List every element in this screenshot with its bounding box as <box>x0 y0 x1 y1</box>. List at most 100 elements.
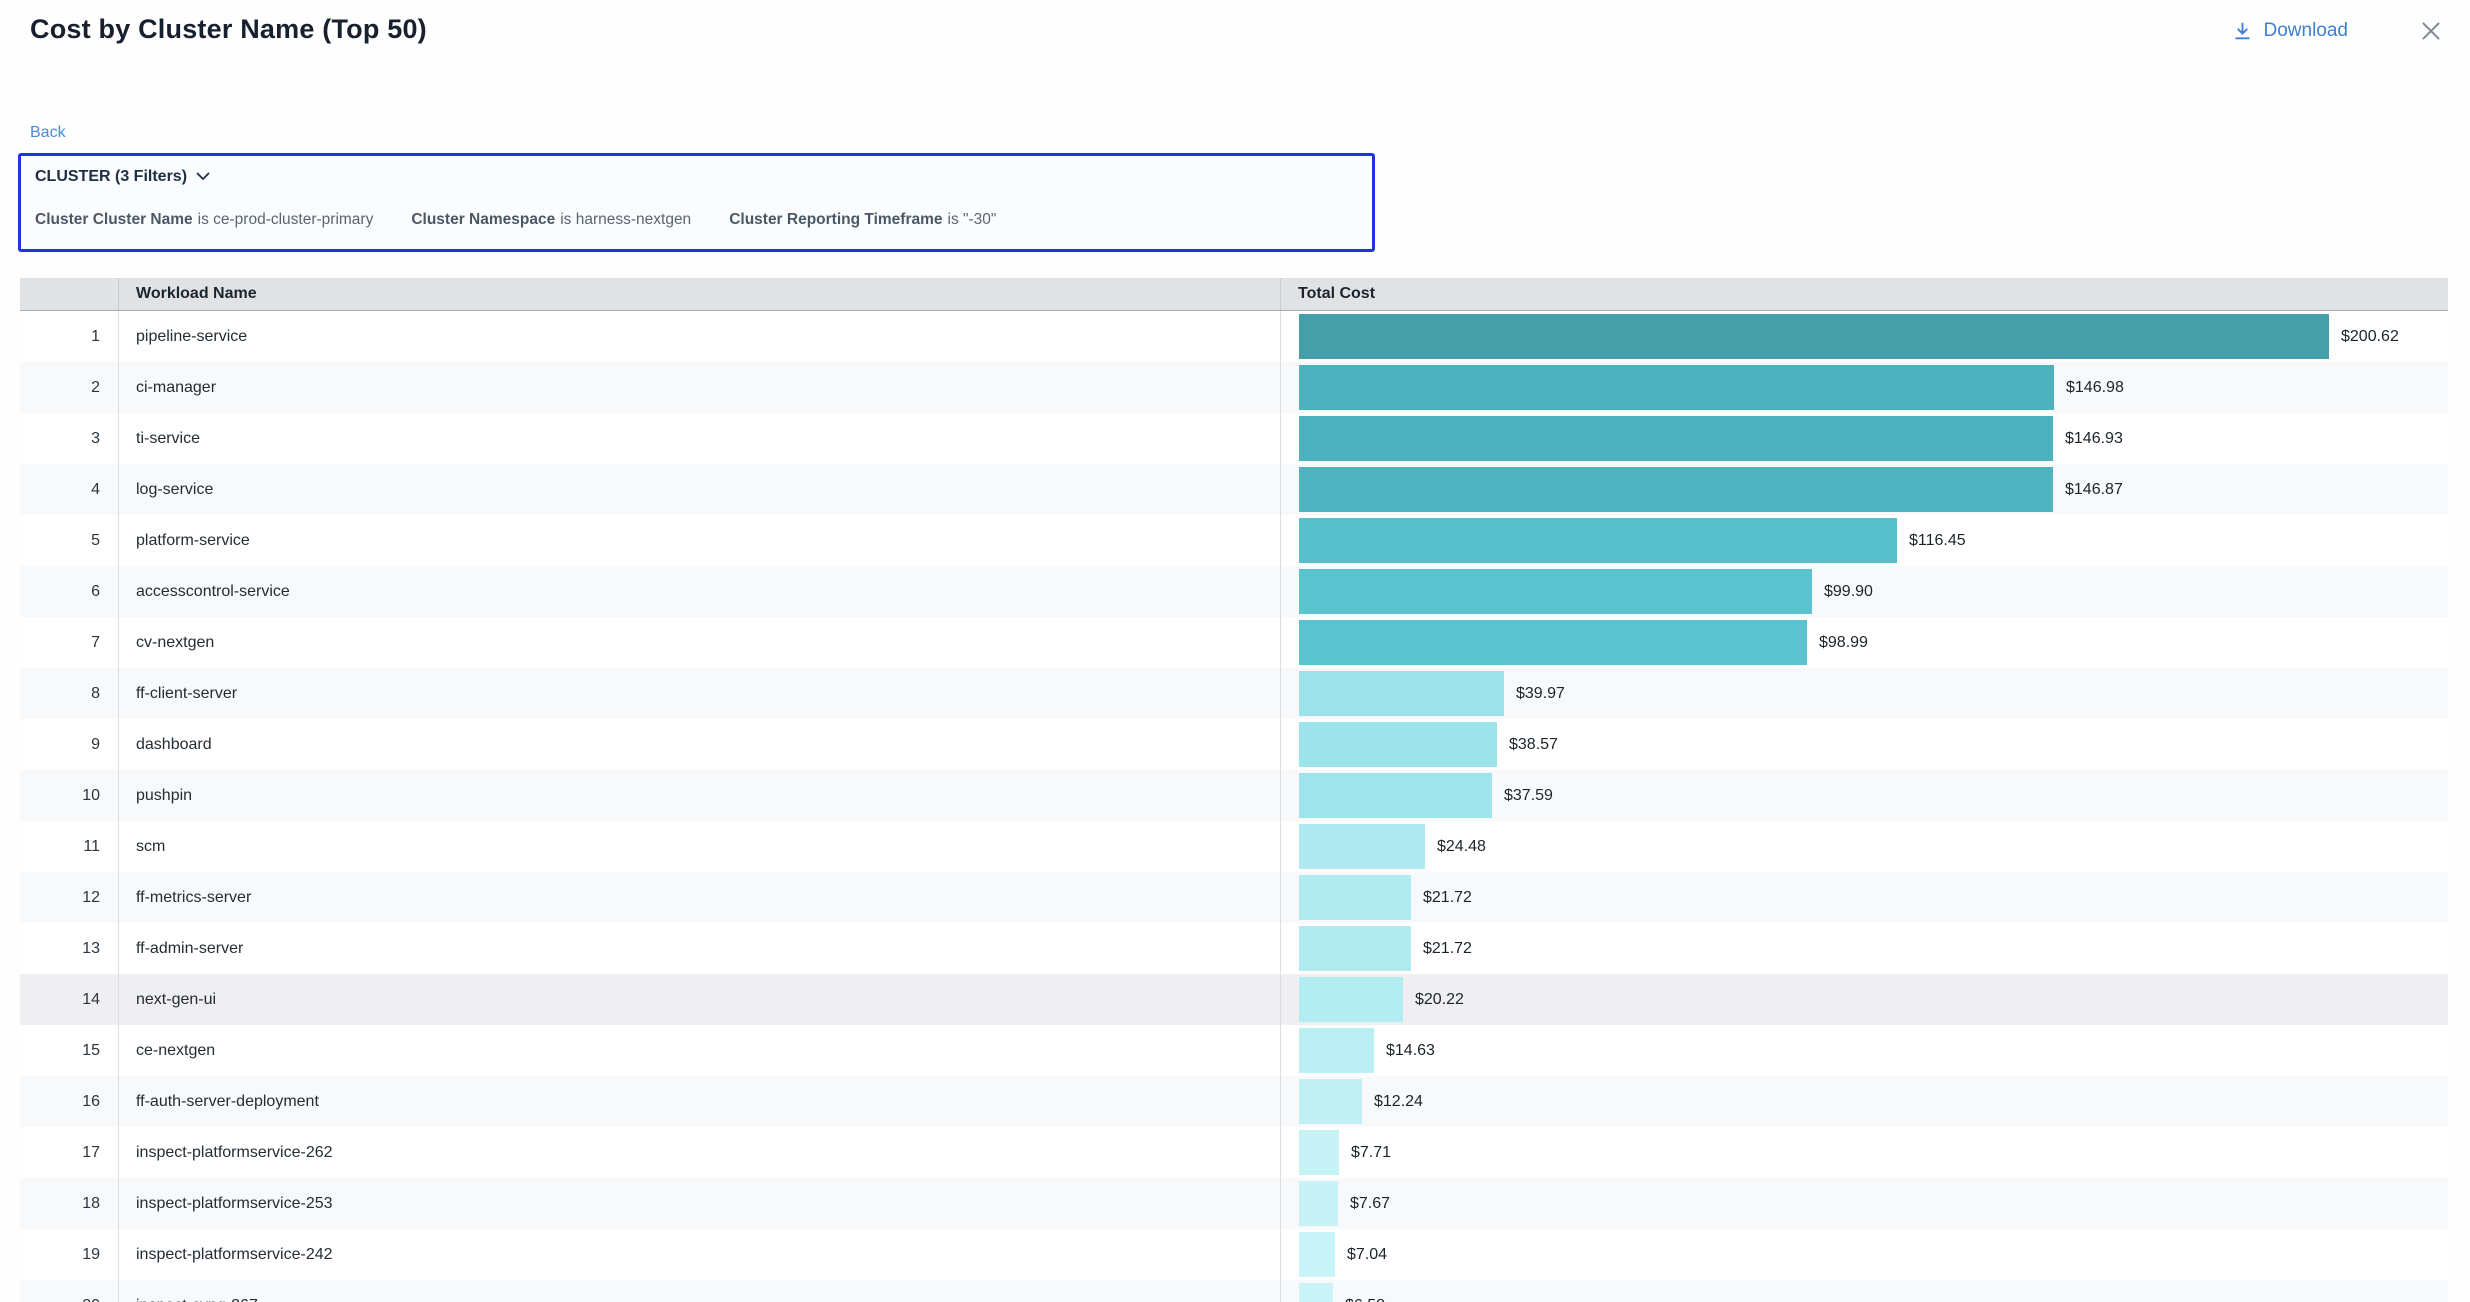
cost-bar <box>1299 824 1425 869</box>
filter-condition-chip[interactable]: Cluster Namespace is harness-nextgen <box>411 211 691 229</box>
filter-field-label: Cluster Cluster Name <box>35 211 193 228</box>
row-rank: 14 <box>20 974 118 1025</box>
row-cost-cell: $146.93 <box>1280 413 2448 464</box>
cluster-filter-toggle[interactable]: CLUSTER (3 Filters) <box>35 168 210 186</box>
row-cost-cell: $37.59 <box>1280 770 2448 821</box>
table-row: 3 ti-service $146.93 <box>20 413 2448 464</box>
cost-bar <box>1299 467 2053 512</box>
row-cost-label: $146.87 <box>2065 481 2123 499</box>
page-title: Cost by Cluster Name (Top 50) <box>30 14 427 45</box>
cost-bar <box>1299 926 1411 971</box>
table-row: 18 inspect-platformservice-253 $7.67 <box>20 1178 2448 1229</box>
row-workload-name: platform-service <box>118 515 1280 566</box>
row-rank: 20 <box>20 1280 118 1302</box>
row-rank: 18 <box>20 1178 118 1229</box>
row-cost-label: $98.99 <box>1819 634 1868 652</box>
row-workload-name: log-service <box>118 464 1280 515</box>
filter-condition-chip[interactable]: Cluster Cluster Nameis ce-prod-cluster-p… <box>35 211 373 229</box>
back-link[interactable]: Back <box>30 124 66 142</box>
cost-bar <box>1299 1130 1339 1175</box>
row-workload-name: ti-service <box>118 413 1280 464</box>
row-workload-name: ci-manager <box>118 362 1280 413</box>
cost-bar <box>1299 365 2054 410</box>
cost-bar <box>1299 620 1807 665</box>
table-row: 1 pipeline-service $200.62 <box>20 311 2448 362</box>
filter-condition-text: is harness-nextgen <box>560 211 691 228</box>
table-row: 7 cv-nextgen $98.99 <box>20 617 2448 668</box>
table-row: 17 inspect-platformservice-262 $7.71 <box>20 1127 2448 1178</box>
row-workload-name: scm <box>118 821 1280 872</box>
cost-bar <box>1299 977 1403 1022</box>
table-row: 11 scm $24.48 <box>20 821 2448 872</box>
row-cost-cell: $6.58 <box>1280 1280 2448 1302</box>
row-workload-name: ff-client-server <box>118 668 1280 719</box>
row-cost-cell: $21.72 <box>1280 872 2448 923</box>
cost-breakdown-modal: Cost by Cluster Name (Top 50) Download B… <box>0 0 2470 1302</box>
row-rank: 15 <box>20 1025 118 1076</box>
cost-bar <box>1299 671 1504 716</box>
filter-field-label: Cluster Reporting Timeframe <box>729 211 942 228</box>
row-cost-label: $99.90 <box>1824 583 1873 601</box>
row-cost-cell: $12.24 <box>1280 1076 2448 1127</box>
row-workload-name: inspect-platformservice-262 <box>118 1127 1280 1178</box>
row-rank: 9 <box>20 719 118 770</box>
row-rank: 12 <box>20 872 118 923</box>
row-workload-name: ff-admin-server <box>118 923 1280 974</box>
row-cost-cell: $200.62 <box>1280 311 2448 362</box>
row-rank: 3 <box>20 413 118 464</box>
row-cost-label: $146.93 <box>2065 430 2123 448</box>
table-row: 5 platform-service $116.45 <box>20 515 2448 566</box>
row-cost-cell: $24.48 <box>1280 821 2448 872</box>
row-workload-name: dashboard <box>118 719 1280 770</box>
filter-field-label: Cluster Namespace <box>411 211 555 228</box>
row-rank: 1 <box>20 311 118 362</box>
row-workload-name: ff-metrics-server <box>118 872 1280 923</box>
download-label: Download <box>2264 20 2349 42</box>
cost-table: Workload Name Total Cost 1 pipeline-serv… <box>20 278 2448 1302</box>
table-row: 12 ff-metrics-server $21.72 <box>20 872 2448 923</box>
close-button[interactable] <box>2416 18 2446 48</box>
row-workload-name: pipeline-service <box>118 311 1280 362</box>
cluster-filter-label: CLUSTER (3 Filters) <box>35 168 187 186</box>
table-row: 8 ff-client-server $39.97 <box>20 668 2448 719</box>
filter-items: Cluster Cluster Nameis ce-prod-cluster-p… <box>35 211 1358 229</box>
row-cost-cell: $146.87 <box>1280 464 2448 515</box>
row-cost-cell: $38.57 <box>1280 719 2448 770</box>
row-cost-label: $24.48 <box>1437 838 1486 856</box>
row-cost-label: $116.45 <box>1909 532 1966 550</box>
row-cost-cell: $7.04 <box>1280 1229 2448 1280</box>
row-cost-cell: $14.63 <box>1280 1025 2448 1076</box>
column-header-workload-name: Workload Name <box>118 278 1280 310</box>
row-workload-name: cv-nextgen <box>118 617 1280 668</box>
cost-bar <box>1299 1283 1333 1302</box>
row-cost-label: $20.22 <box>1415 991 1464 1009</box>
table-body: 1 pipeline-service $200.62 2 ci-manager … <box>20 311 2448 1302</box>
row-cost-cell: $21.72 <box>1280 923 2448 974</box>
cost-bar <box>1299 722 1497 767</box>
close-icon <box>2418 18 2444 49</box>
cost-bar <box>1299 518 1897 563</box>
table-row: 2 ci-manager $146.98 <box>20 362 2448 413</box>
row-cost-cell: $20.22 <box>1280 974 2448 1025</box>
filter-condition-chip[interactable]: Cluster Reporting Timeframeis "-30" <box>729 211 996 229</box>
row-rank: 5 <box>20 515 118 566</box>
row-workload-name: inspect-platformservice-242 <box>118 1229 1280 1280</box>
row-cost-cell: $146.98 <box>1280 362 2448 413</box>
row-cost-label: $7.04 <box>1347 1246 1387 1264</box>
row-rank: 10 <box>20 770 118 821</box>
table-row: 16 ff-auth-server-deployment $12.24 <box>20 1076 2448 1127</box>
row-rank: 2 <box>20 362 118 413</box>
row-cost-cell: $7.71 <box>1280 1127 2448 1178</box>
row-rank: 11 <box>20 821 118 872</box>
row-cost-label: $14.63 <box>1386 1042 1435 1060</box>
table-row: 10 pushpin $37.59 <box>20 770 2448 821</box>
table-row: 14 next-gen-ui $20.22 <box>20 974 2448 1025</box>
download-button[interactable]: Download <box>2232 20 2349 42</box>
filter-panel: CLUSTER (3 Filters) Cluster Cluster Name… <box>18 153 1375 252</box>
cost-bar <box>1299 416 2053 461</box>
table-header-row: Workload Name Total Cost <box>20 278 2448 311</box>
row-cost-cell: $7.67 <box>1280 1178 2448 1229</box>
column-header-rank <box>20 278 118 310</box>
row-cost-label: $7.67 <box>1350 1195 1390 1213</box>
row-cost-cell: $116.45 <box>1280 515 2448 566</box>
